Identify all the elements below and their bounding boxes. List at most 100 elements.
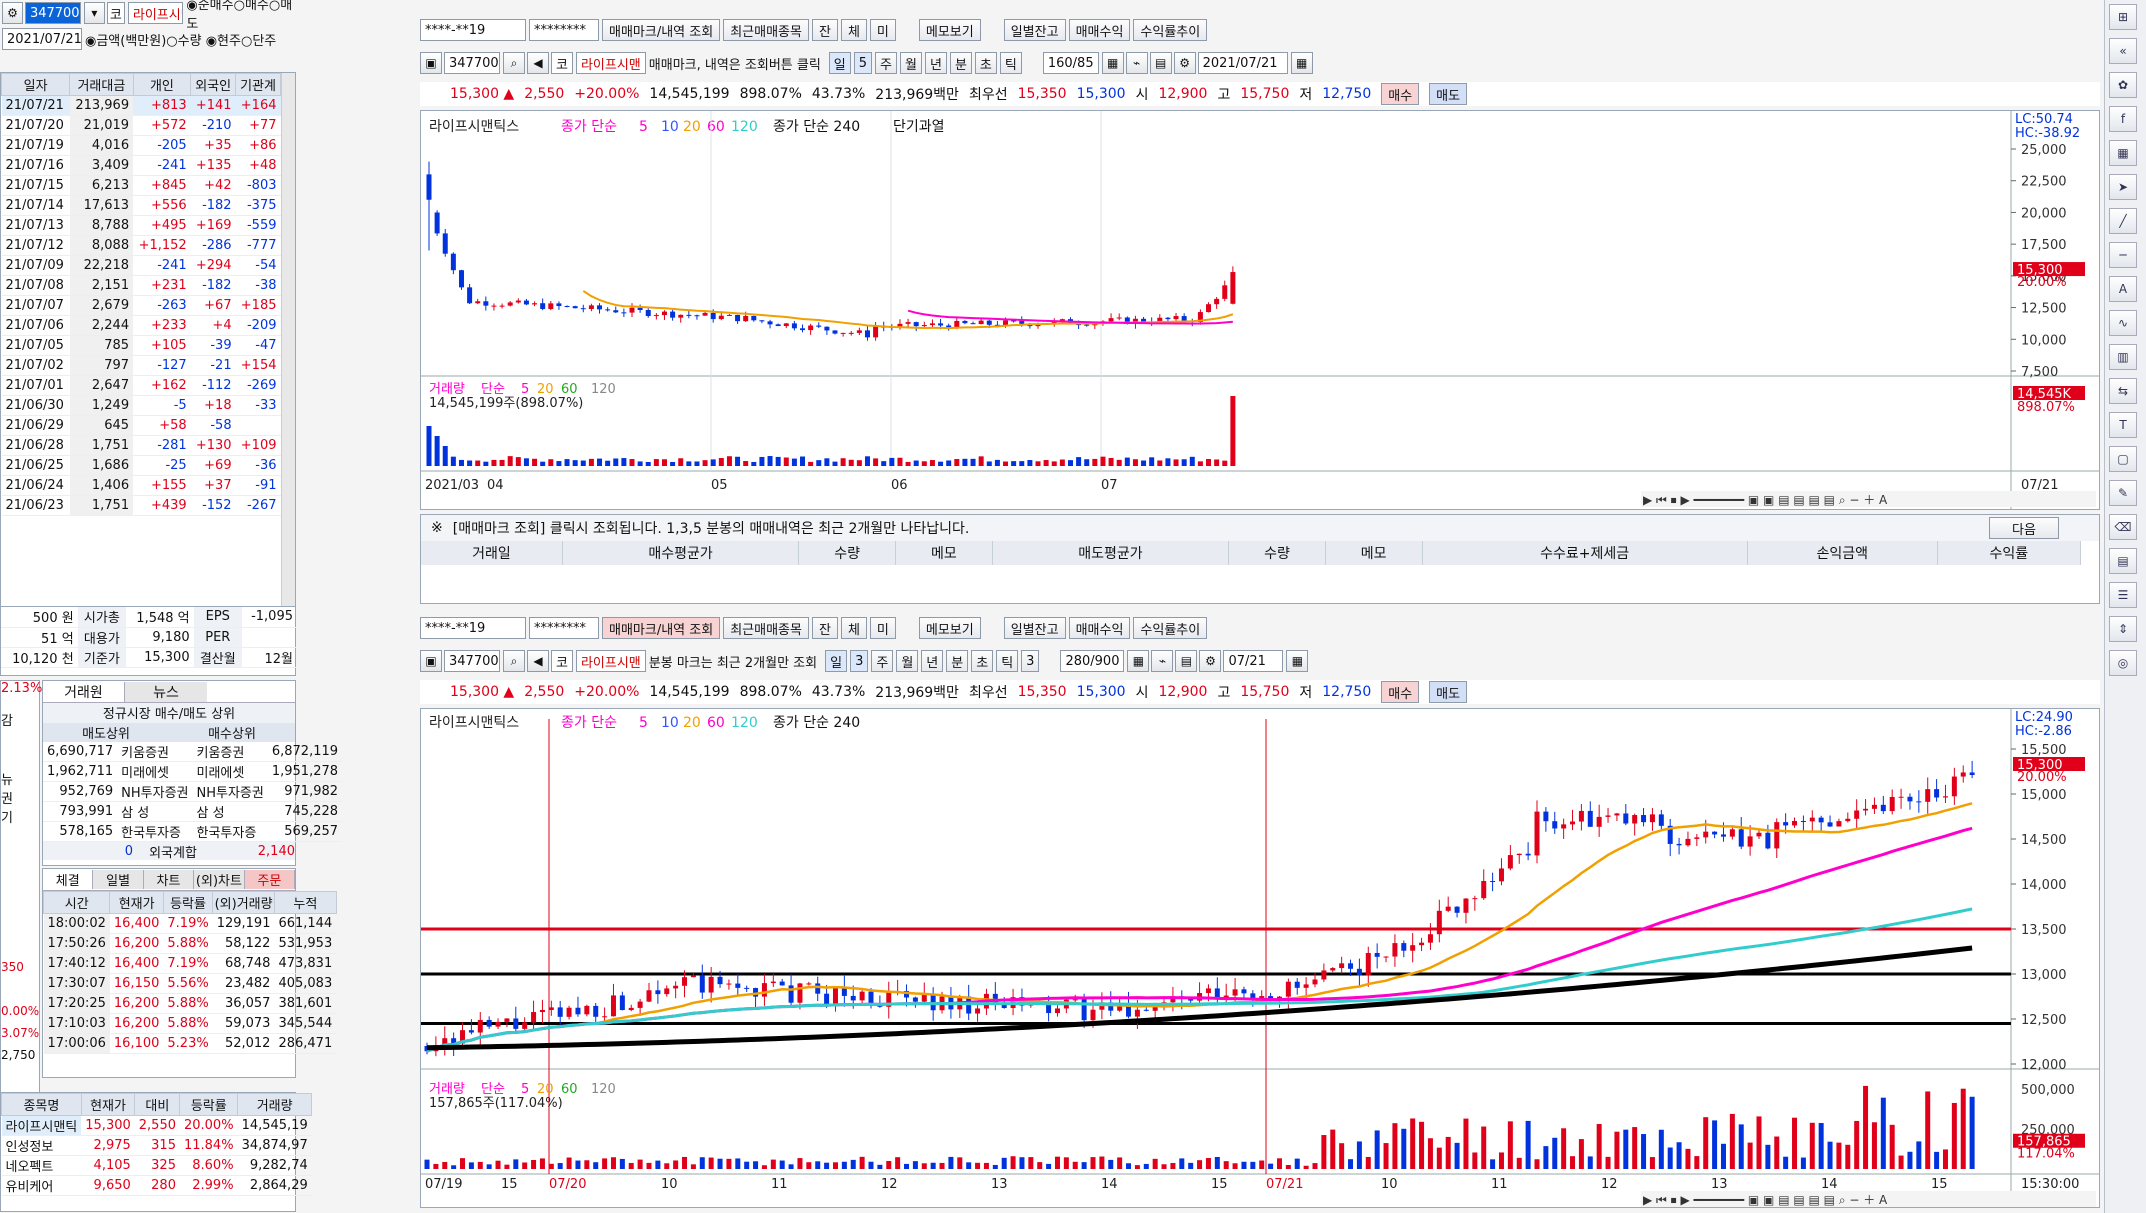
table-row[interactable]: 21/07/16 3,409 -241 +135 +48 (1, 155, 281, 176)
formula-icon[interactable]: f (2109, 106, 2137, 132)
tab-trade-4[interactable]: 주문 (244, 870, 296, 889)
top-password-input[interactable]: ******** (529, 19, 599, 41)
col-foreign[interactable]: 외국인 (190, 73, 237, 96)
calendar-icon[interactable]: ▦ (1286, 650, 1309, 672)
table-row[interactable]: 21/06/28 1,751 -281 +130 +109 (1, 435, 281, 456)
grid-icon[interactable]: ▦ (1101, 52, 1124, 74)
sell-button[interactable]: 매도 (1429, 83, 1468, 105)
eraser-icon[interactable]: ✎ (2109, 480, 2137, 506)
left-radio-group-2[interactable]: ◉금액(백만원)○수량 ◉현주○단주 (85, 30, 276, 49)
bottom-counts[interactable]: 280/900 (1060, 650, 1125, 672)
search-icon[interactable]: ⌕ (503, 52, 525, 74)
circle-icon[interactable]: ◎ (2109, 650, 2137, 676)
grid-col-7[interactable]: 수수료+제세금 (1422, 541, 1748, 565)
grid-col-1[interactable]: 매수평균가 (562, 541, 800, 565)
top-counts[interactable]: 160/85 (1042, 52, 1099, 74)
window-icon[interactable]: ▣ (420, 650, 442, 672)
top-btn-6[interactable]: 일별잔고 (1003, 19, 1066, 41)
bottom-period-8[interactable]: 3 (1021, 650, 1040, 672)
grid-icon[interactable]: ▦ (1127, 650, 1150, 672)
calendar-icon[interactable]: ▦ (1290, 52, 1313, 74)
scroll-icon[interactable]: ⇕ (2109, 616, 2137, 642)
table-row[interactable]: 21/06/30 1,249 -5 +18 -33 (1, 395, 281, 416)
tab-trade-0[interactable]: 체결 (43, 870, 94, 889)
table-cell[interactable]: 삼 성 (192, 801, 268, 822)
speaker-icon[interactable]: ◀ (527, 52, 549, 74)
table-row[interactable]: 유비케어 9,650 280 2.99% 2,864,29 (1, 1175, 312, 1196)
side-char-3[interactable]: 권 (1, 788, 39, 807)
bottom-btn-8[interactable]: 수익률추이 (1133, 617, 1208, 639)
table-row[interactable]: 21/07/15 6,213 +845 +42 -803 (1, 175, 281, 196)
top-period-1[interactable]: 5 (853, 52, 873, 74)
col-head[interactable]: 등락률 (162, 891, 214, 914)
bottom-btn-5[interactable]: 메모보기 (918, 617, 981, 639)
bottom-btn-7[interactable]: 매매수익 (1068, 617, 1131, 639)
table-cell[interactable]: 미래에셋 (192, 761, 268, 782)
gear-icon[interactable]: ⚙ (2, 2, 23, 24)
gear-icon[interactable]: ⚙ (1199, 650, 1222, 672)
left-radio-group[interactable]: ◉순매수○매수○매도 (186, 0, 298, 32)
grid-col-2[interactable]: 수량 (798, 541, 897, 565)
tab-news[interactable]: 뉴스 (125, 681, 207, 702)
buy-button[interactable]: 매수 (1381, 681, 1420, 703)
table-row[interactable]: 21/07/13 8,788 +495 +169 -559 (1, 215, 281, 236)
table-row[interactable]: 네오펙트 4,105 325 8.60% 9,282,74 (1, 1155, 312, 1176)
bottom-btn-4[interactable]: 미 (869, 617, 896, 639)
table-row[interactable]: 21/07/20 21,019 +572 -210 +77 (1, 115, 281, 136)
left-date-input[interactable]: 2021/07/21 (2, 28, 82, 50)
indicator-icon[interactable]: ▦ (2109, 140, 2137, 166)
bottom-date-input[interactable]: 07/21 (1223, 650, 1284, 672)
grid-col-5[interactable]: 수량 (1228, 541, 1326, 565)
bottom-stock-name[interactable]: 라이프시맨 (575, 650, 646, 672)
bottom-period-1[interactable]: 3 (850, 650, 869, 672)
bottom-period-7[interactable]: 틱 (996, 650, 1019, 672)
grid-col-0[interactable]: 거래일 (421, 541, 563, 565)
bottom-btn-3[interactable]: 체 (840, 617, 867, 639)
table-row[interactable]: 21/07/19 4,016 -205 +35 +86 (1, 135, 281, 156)
table-cell[interactable]: 삼 성 (117, 801, 193, 822)
grid-col-6[interactable]: 메모 (1325, 541, 1423, 565)
bottom-btn-6[interactable]: 일별잔고 (1003, 617, 1066, 639)
tab-trade-1[interactable]: 일별 (93, 870, 144, 889)
app-logo-icon[interactable]: ⊞ (2109, 4, 2137, 30)
top-period-5[interactable]: 분 (949, 52, 972, 74)
cursor-icon[interactable]: ➤ (2109, 174, 2137, 200)
bottom-period-0[interactable]: 일 (825, 650, 848, 672)
wave-icon[interactable]: ∿ (2109, 310, 2137, 336)
compare-icon[interactable]: ⌁ (1125, 52, 1148, 74)
bottom-price-chart[interactable]: 라이프시맨틱스 종가 단순 5 10 20 60 120 종가 단순 240 LC:24.90H… (421, 709, 2099, 1207)
table-cell[interactable]: 한국투자증 (117, 821, 193, 842)
top-period-7[interactable]: 틱 (999, 52, 1022, 74)
bottom-chart-area[interactable]: 라이프시맨틱스 종가 단순 5 10 20 60 120 종가 단순 240 LC:24.90 H… (420, 708, 2100, 1208)
table-cell[interactable]: 키움증권 (192, 742, 268, 762)
col-head[interactable]: 현재가 (109, 891, 164, 914)
top-btn-5[interactable]: 메모보기 (918, 19, 981, 41)
table-row[interactable]: 21/06/23 1,751 +439 -152 -267 (1, 495, 281, 516)
col-head[interactable]: (외)거래량 (212, 891, 275, 914)
bottom-period-6[interactable]: 초 (971, 650, 994, 672)
list-icon[interactable]: ☰ (2109, 582, 2137, 608)
next-button[interactable]: 다음 (1989, 517, 2059, 539)
grid-col-8[interactable]: 손익금액 (1747, 541, 1938, 565)
table-row[interactable]: 21/07/21 213,969 +813 +141 +164 (1, 95, 281, 116)
tab-broker[interactable]: 거래원 (43, 681, 125, 702)
buy-button[interactable]: 매수 (1381, 83, 1420, 105)
col-head[interactable]: 종목명 (1, 1093, 82, 1116)
table-row[interactable]: 21/07/09 22,218 -241 +294 -54 (1, 255, 281, 276)
window-icon[interactable]: ▣ (420, 52, 442, 74)
top-date-input[interactable]: 2021/07/21 (1197, 52, 1288, 74)
table-cell[interactable]: 결산월 (193, 647, 242, 668)
text-icon[interactable]: T (2109, 412, 2137, 438)
side-char-4[interactable]: 기 (1, 807, 39, 826)
col-head[interactable]: 시간 (42, 891, 111, 914)
save-icon[interactable]: ▤ (1149, 52, 1172, 74)
top-btn-8[interactable]: 수익률추이 (1133, 19, 1208, 41)
col-head[interactable]: 대비 (134, 1093, 181, 1116)
table-cell[interactable]: 키움증권 (117, 742, 193, 762)
arrow-icon[interactable]: ⇆ (2109, 378, 2137, 404)
col-head[interactable]: 거래량 (237, 1093, 313, 1116)
table-row[interactable]: 21/07/05 785 +105 -39 -47 (1, 335, 281, 356)
col-head[interactable]: 등락률 (179, 1093, 239, 1116)
bottom-period-2[interactable]: 주 (871, 650, 894, 672)
table-row[interactable]: 21/06/29 645 +58 -58 (1, 415, 281, 436)
